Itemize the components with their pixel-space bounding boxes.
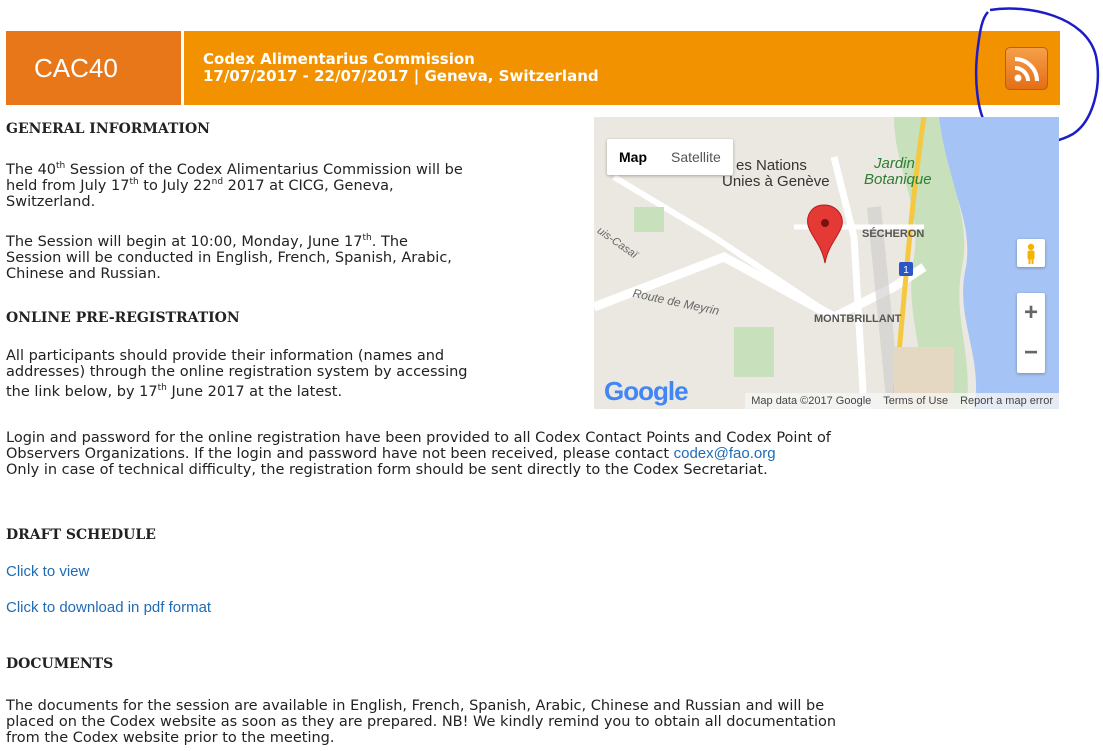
map-footer: Map data ©2017 Google Terms of Use Repor… xyxy=(745,393,1059,409)
download-schedule-pdf-link[interactable]: Click to download in pdf format xyxy=(6,599,211,616)
general-info-heading: GENERAL INFORMATION xyxy=(6,121,210,137)
tab-satellite[interactable]: Satellite xyxy=(659,139,733,175)
map-label-jardin: Jardin xyxy=(874,155,915,172)
login-paragraph: Login and password for the online regist… xyxy=(6,430,831,478)
text-segment: June 2017 at the latest. xyxy=(166,384,343,400)
text-segment: to July 22 xyxy=(138,178,212,194)
preregistration-heading: ONLINE PRE-REGISTRATION xyxy=(6,310,240,326)
text-segment: from the Codex website prior to the meet… xyxy=(6,730,335,746)
text-segment: Unies à Genève xyxy=(722,173,830,190)
superscript: th xyxy=(157,383,167,394)
superscript: th xyxy=(362,233,372,244)
text-segment: Chinese and Russian. xyxy=(6,266,161,282)
text-segment: Botanique xyxy=(864,171,932,188)
map-type-tabs: Map Satellite xyxy=(607,139,733,175)
session-code: CAC40 xyxy=(6,31,181,105)
text-segment: Session will be conducted in English, Fr… xyxy=(6,250,452,266)
map-label-nations: es Nations xyxy=(736,157,807,174)
text-segment: . The xyxy=(371,234,408,250)
google-logo: Google xyxy=(604,376,689,407)
text-segment: Jardin xyxy=(874,155,915,172)
map-data-attribution: Map data ©2017 Google xyxy=(751,395,872,407)
documents-paragraph: The documents for the session are availa… xyxy=(6,698,836,746)
text-segment: Session of the Codex Alimentarius Commis… xyxy=(65,162,463,178)
text-segment: Login and password for the online regist… xyxy=(6,430,831,446)
text-segment: placed on the Codex website as soon as t… xyxy=(6,714,837,730)
event-dates: 17/07/2017 - 22/07/2017 | Geneva, Switze… xyxy=(203,67,599,85)
text-segment: The Session will begin at 10:00, Monday,… xyxy=(6,234,363,250)
route-number: 1 xyxy=(903,265,909,276)
text-segment: Google xyxy=(604,376,689,406)
text-segment: es Nations xyxy=(736,157,807,174)
text-segment: the link below, by 17 xyxy=(6,384,158,400)
text-segment: The documents for the session are availa… xyxy=(6,698,825,714)
text-segment: All participants should provide their in… xyxy=(6,348,445,364)
zoom-out-button[interactable]: − xyxy=(1017,333,1045,373)
view-schedule-link[interactable]: Click to view xyxy=(6,563,89,580)
location-map[interactable]: 1 es Nations Unies à Genève Jardin Botan… xyxy=(594,117,1059,409)
superscript: nd xyxy=(211,177,224,188)
superscript: th xyxy=(129,177,139,188)
report-map-error-link[interactable]: Report a map error xyxy=(960,393,1053,409)
documents-heading: DOCUMENTS xyxy=(6,656,114,672)
map-label-secheron: SÉCHERON xyxy=(862,228,925,240)
event-banner: CAC40 Codex Alimentarius Commission 17/0… xyxy=(6,31,1060,105)
text-segment: held from July 17 xyxy=(6,178,130,194)
zoom-controls: + − xyxy=(1017,293,1045,373)
contact-email-link[interactable]: codex@fao.org xyxy=(674,445,776,462)
text-segment: 2017 at CICG, Geneva, xyxy=(223,178,394,194)
zoom-in-button[interactable]: + xyxy=(1017,293,1045,333)
text-segment: Observers Organizations. If the login an… xyxy=(6,446,674,462)
draft-schedule-heading: DRAFT SCHEDULE xyxy=(6,527,156,543)
text-segment: Switzerland. xyxy=(6,194,96,210)
general-info-paragraph-2: The Session will begin at 10:00, Monday,… xyxy=(6,234,452,282)
text-segment: The 40 xyxy=(6,162,57,178)
superscript: th xyxy=(56,161,66,172)
text-segment: Only in case of technical difficulty, th… xyxy=(6,462,768,478)
map-label-botanique: Botanique xyxy=(864,171,932,188)
text-segment: addresses) through the online registrati… xyxy=(6,364,468,380)
map-label-montbrillant: MONTBRILLANT xyxy=(814,313,902,325)
preregistration-paragraph: All participants should provide their in… xyxy=(6,348,468,404)
map-label-nations-2: Unies à Genève xyxy=(722,173,830,190)
tab-map[interactable]: Map xyxy=(607,139,659,175)
terms-of-use-link[interactable]: Terms of Use xyxy=(883,393,948,409)
general-info-paragraph-1: The 40th Session of the Codex Alimentari… xyxy=(6,162,463,210)
event-title: Codex Alimentarius Commission xyxy=(203,50,475,68)
banner-divider xyxy=(181,31,184,105)
pegman-icon xyxy=(1027,243,1035,264)
street-view-button[interactable] xyxy=(1017,239,1045,267)
